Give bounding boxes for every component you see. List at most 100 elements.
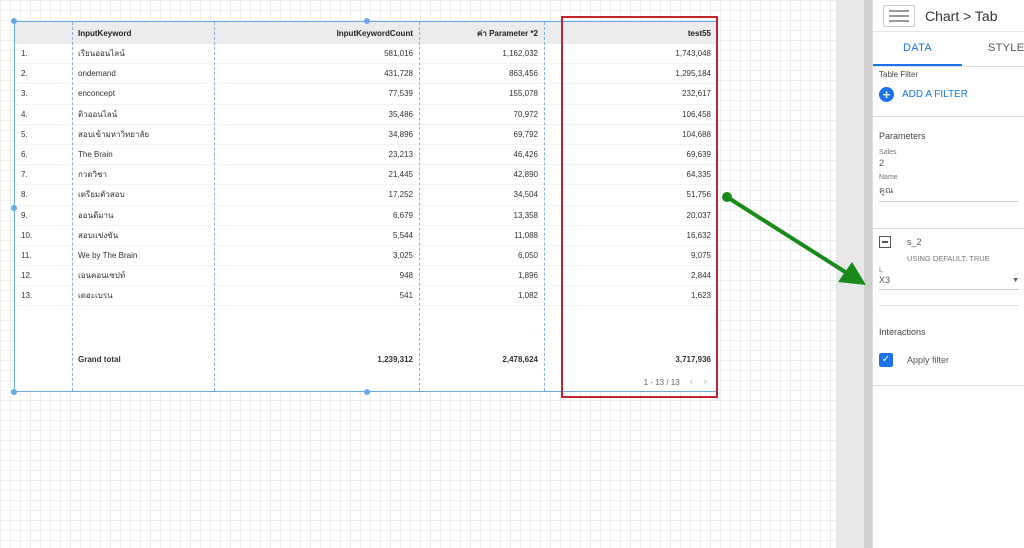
keyword-cell: We by The Brain — [78, 250, 138, 260]
column-divider[interactable] — [214, 22, 215, 391]
l-param-label: L — [879, 267, 883, 274]
name-param-value[interactable]: คูณ — [879, 183, 1018, 202]
count-cell: 948 — [399, 271, 413, 281]
row-index: 1. — [21, 49, 28, 59]
apply-filter-checkbox[interactable]: ✓ — [879, 353, 893, 367]
column-divider[interactable] — [419, 22, 420, 391]
keyword-cell: สอบเข้ามหาวิทยาลัย — [78, 129, 150, 139]
parameter-cell: 1,162,032 — [502, 49, 538, 59]
keyword-cell: เตรียมตัวสอบ — [78, 190, 125, 200]
count-cell: 581,016 — [384, 49, 413, 59]
parameter-cell: 11,088 — [514, 230, 538, 240]
parameters-section: Parameters Sales 2 Name คูณ — [873, 117, 1024, 229]
properties-panel: Chart > Tab DATA STYLE Table Filter + AD… — [872, 0, 1024, 548]
count-cell: 541 — [399, 291, 413, 301]
header-parameter[interactable]: ค่า Parameter *2 — [419, 27, 544, 40]
report-editor: InputKeyword InputKeywordCount ค่า Param… — [0, 0, 1024, 548]
parameter-cell: 70,972 — [513, 109, 538, 119]
grand-total-parameter: 2,478,624 — [502, 355, 538, 364]
parameter-cell: 34,504 — [513, 190, 538, 200]
apply-filter-row[interactable]: ✓ Apply filter — [879, 353, 1019, 367]
grand-total-cell — [15, 355, 73, 364]
keyword-cell: เอนคอนเซปท์ — [78, 271, 126, 281]
grand-total-label: Grand total — [78, 355, 121, 364]
dropdown-arrow-icon: ▼ — [1012, 276, 1019, 284]
header-inputkeyword[interactable]: InputKeyword — [73, 29, 214, 38]
tab-style[interactable]: STYLE — [962, 32, 1024, 66]
row-index: 8. — [21, 190, 28, 200]
row-index: 7. — [21, 170, 28, 180]
panel-header: Chart > Tab — [873, 0, 1024, 32]
add-filter-label: ADD A FILTER — [902, 89, 968, 100]
row-index: 12. — [21, 271, 33, 281]
row-index: 2. — [21, 69, 28, 79]
parameters-title: Parameters — [879, 131, 926, 141]
s2-default-text: USING DEFAULT: TRUE — [907, 254, 990, 263]
highlight-box — [561, 16, 718, 398]
column-divider[interactable] — [72, 22, 73, 391]
count-cell: 3,025 — [392, 250, 413, 260]
resize-handle[interactable] — [11, 205, 17, 211]
table-filter-title: Table Filter — [879, 70, 919, 79]
count-cell: 21,445 — [388, 170, 413, 180]
s2-toggle-icon[interactable] — [879, 236, 891, 248]
resize-handle[interactable] — [364, 18, 370, 24]
count-cell: 34,896 — [388, 129, 413, 139]
keyword-cell: enconcept — [78, 89, 115, 99]
header-inputkeywordcount[interactable]: InputKeywordCount — [214, 29, 419, 38]
row-index: 9. — [21, 210, 28, 220]
keyword-cell: สอบแข่งขัน — [78, 230, 119, 240]
parameter-cell: 69,792 — [513, 129, 538, 139]
parameter-cell: 1,082 — [517, 291, 538, 301]
l-param-dropdown[interactable]: X3 ▼ — [879, 275, 1019, 290]
keyword-cell: ออนดีมาน — [78, 210, 114, 220]
resize-handle[interactable] — [364, 389, 370, 395]
parameter-cell: 1,896 — [517, 271, 538, 281]
parameter-cell: 6,050 — [517, 250, 538, 260]
add-filter-button[interactable]: + ADD A FILTER — [879, 87, 1018, 102]
count-cell: 23,213 — [388, 150, 413, 160]
row-index: 13. — [21, 291, 33, 301]
row-index: 11. — [21, 250, 32, 260]
resize-handle[interactable] — [11, 18, 17, 24]
count-cell: 77,539 — [388, 89, 413, 99]
panel-divider[interactable] — [864, 0, 872, 548]
parameter-cell: 155,078 — [509, 89, 538, 99]
row-index: 4. — [21, 109, 28, 119]
sales-param-value[interactable]: 2 — [879, 158, 1018, 172]
column-divider[interactable] — [544, 22, 545, 391]
sales-param-label: Sales — [879, 149, 897, 156]
tab-data[interactable]: DATA — [873, 32, 962, 66]
keyword-cell: กวดวิชา — [78, 170, 107, 180]
count-cell: 17,252 — [388, 190, 413, 200]
interactions-section: Interactions ✓ Apply filter — [873, 312, 1024, 386]
keyword-cell: ติวออนไลน์ — [78, 109, 118, 119]
s2-param-label: s_2 — [907, 237, 922, 247]
table-filter-section: Table Filter + ADD A FILTER — [873, 67, 1024, 117]
row-index: 3. — [21, 89, 28, 99]
keyword-cell: ondemand — [78, 69, 116, 79]
row-index: 6. — [21, 150, 28, 160]
row-index: 5. — [21, 129, 28, 139]
keyword-cell: The Brain — [78, 150, 113, 160]
s2-param-block: s_2 USING DEFAULT: TRUE L X3 ▼ — [879, 236, 1019, 306]
parameter-cell: 46,426 — [513, 150, 538, 160]
name-param-label: Name — [879, 174, 898, 181]
count-cell: 35,486 — [388, 109, 413, 119]
apply-filter-label: Apply filter — [907, 355, 950, 365]
interactions-title: Interactions — [879, 327, 926, 337]
parameter-cell: 863,456 — [509, 69, 538, 79]
table-chart-icon — [883, 4, 915, 27]
add-icon: + — [879, 87, 894, 102]
grand-total-count: 1,239,312 — [377, 355, 413, 364]
l-param-value: X3 — [879, 275, 891, 285]
resize-handle[interactable] — [11, 389, 17, 395]
panel-tabs: DATA STYLE — [873, 32, 1024, 67]
parameter-cell: 13,358 — [513, 210, 538, 220]
keyword-cell: เรียนออนไลน์ — [78, 49, 125, 59]
parameter-cell: 42,890 — [513, 170, 538, 180]
count-cell: 5,544 — [392, 230, 413, 240]
s2-param-row: s_2 — [879, 236, 1019, 248]
breadcrumb: Chart > Tab — [925, 7, 998, 24]
keyword-cell: เดอะเบรน — [78, 291, 113, 301]
